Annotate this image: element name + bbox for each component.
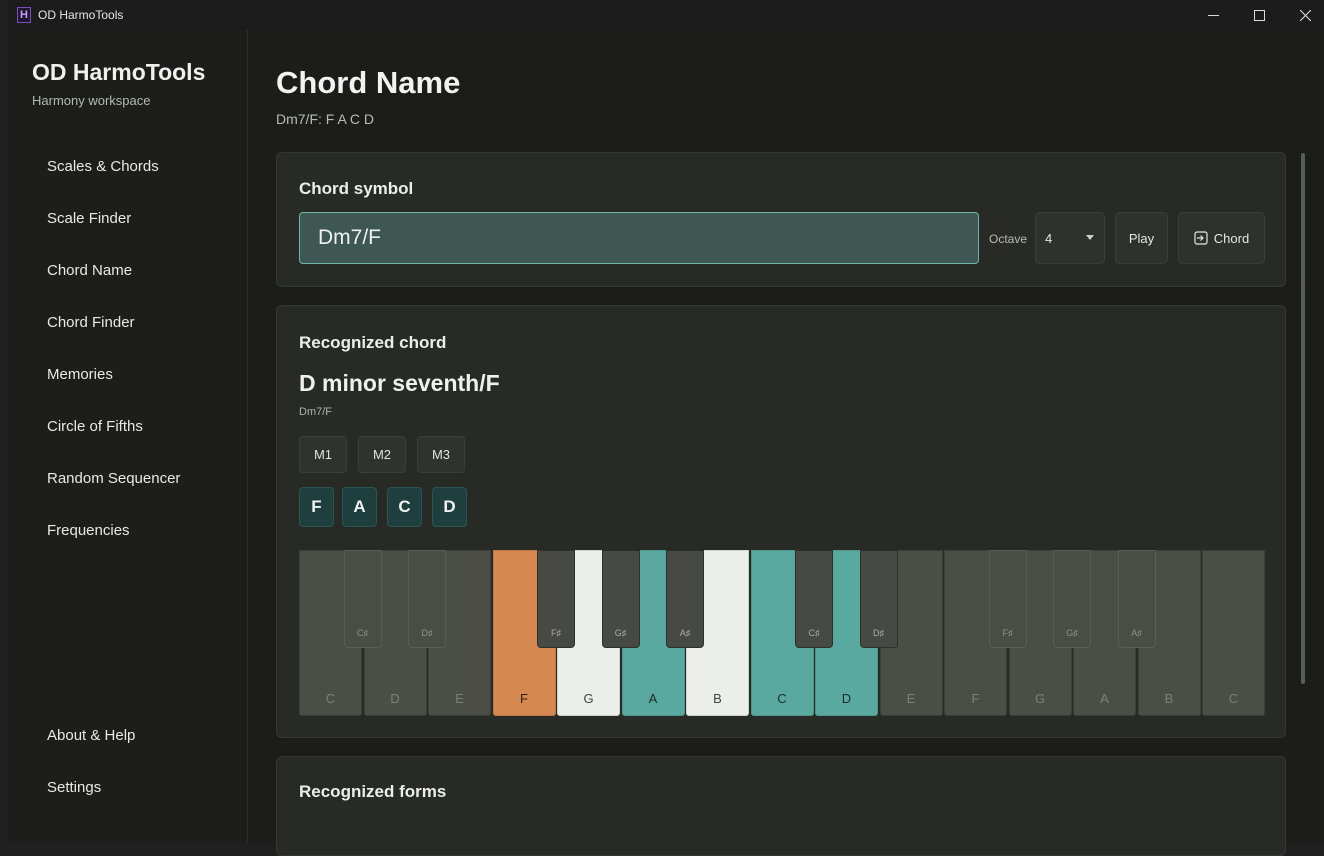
- piano-key-label: A♯: [679, 628, 691, 638]
- sidebar-item-settings[interactable]: Settings: [47, 779, 101, 796]
- title-bar: H OD HarmoTools: [8, 0, 1324, 30]
- note-chip: F: [299, 487, 334, 527]
- piano-black-key[interactable]: G♯: [1053, 550, 1091, 648]
- piano-black-key[interactable]: F♯: [537, 550, 575, 648]
- piano-black-key[interactable]: C♯: [795, 550, 833, 648]
- main-content: Chord Name Dm7/F: F A C D Chord symbol O…: [248, 30, 1324, 856]
- piano-key-label: A: [648, 691, 658, 706]
- maximize-icon: [1253, 9, 1265, 21]
- scrollbar[interactable]: [1301, 153, 1305, 684]
- piano-key-label: C: [777, 691, 787, 706]
- close-button[interactable]: [1282, 0, 1324, 30]
- chord-button-label: Chord: [1213, 230, 1250, 246]
- chord-button[interactable]: Chord: [1178, 212, 1265, 264]
- piano-keyboard: C D E F G A B C D E F G A B C C♯ D♯ F♯ G♯ A♯ C♯ D♯ F♯ G♯ A♯: [299, 550, 1266, 716]
- chord-symbol-input[interactable]: [299, 212, 979, 264]
- sidebar-item-circle-of-fifths[interactable]: Circle of Fifths: [47, 418, 143, 435]
- piano-black-key[interactable]: A♯: [1117, 550, 1156, 648]
- chevron-down-icon: [1086, 235, 1094, 240]
- piano-key-label: G♯: [614, 628, 627, 638]
- piano-key-label: D: [841, 691, 852, 706]
- piano-key-label: D♯: [421, 628, 433, 638]
- piano-key-label: G♯: [1066, 628, 1078, 638]
- minimize-icon: [1207, 14, 1219, 16]
- close-icon: [1299, 9, 1311, 21]
- recognized-forms-card: Recognized forms: [276, 756, 1286, 856]
- piano-black-key[interactable]: F♯: [988, 550, 1027, 648]
- sidebar-item-memories[interactable]: Memories: [47, 366, 113, 383]
- piano-key-label: C: [1228, 691, 1239, 706]
- chord-symbol-card: Chord symbol Octave 4 Play Chord: [276, 152, 1286, 287]
- sidebar-item-chord-name[interactable]: Chord Name: [47, 262, 132, 279]
- sidebar: OD HarmoTools Harmony workspace Scales &…: [8, 30, 248, 842]
- piano-key-label: C: [325, 691, 336, 706]
- note-chip: A: [342, 487, 377, 527]
- piano-key-label: D♯: [873, 628, 884, 638]
- page-subtitle: Dm7/F: F A C D: [276, 111, 375, 127]
- sidebar-subtitle: Harmony workspace: [32, 93, 151, 108]
- window-title: OD HarmoTools: [38, 8, 124, 22]
- piano-key-label: C♯: [808, 628, 820, 638]
- page-title: Chord Name: [276, 65, 461, 100]
- octave-label: Octave: [989, 232, 1028, 246]
- app-window: H OD HarmoTools OD HarmoTools Harmony wo…: [8, 0, 1324, 856]
- sidebar-item-about-help[interactable]: About & Help: [47, 727, 135, 744]
- card-title: Recognized chord: [299, 333, 447, 352]
- sidebar-brand: OD HarmoTools: [32, 59, 206, 85]
- piano-key-label: A: [1100, 691, 1109, 706]
- sidebar-item-scale-finder[interactable]: Scale Finder: [47, 210, 131, 227]
- piano-key-label: D: [390, 691, 400, 706]
- recognized-chord-symbol: Dm7/F: [299, 406, 332, 418]
- octave-value: 4: [1045, 230, 1053, 246]
- piano-key-label: F♯: [1002, 628, 1013, 638]
- card-title: Chord symbol: [299, 179, 414, 198]
- piano-key-label: C♯: [357, 628, 368, 638]
- piano-black-key[interactable]: D♯: [859, 550, 898, 648]
- piano-key-label: E: [906, 691, 916, 706]
- note-chip: D: [432, 487, 467, 527]
- piano-key-label: F♯: [551, 628, 561, 638]
- piano-key-label: F: [520, 691, 528, 706]
- piano-black-key[interactable]: D♯: [408, 550, 446, 648]
- piano-key-label: B: [1164, 691, 1174, 706]
- recognized-chord-card: Recognized chord D minor seventh/F Dm7/F…: [276, 305, 1286, 738]
- piano-key-label: G: [583, 691, 594, 706]
- card-title: Recognized forms: [299, 782, 447, 801]
- piano-key-label: F: [971, 691, 980, 706]
- recognized-chord-name: D minor seventh/F: [299, 370, 500, 396]
- piano-black-key[interactable]: C♯: [343, 550, 382, 648]
- sidebar-item-frequencies[interactable]: Frequencies: [47, 522, 130, 539]
- note-chip: C: [387, 487, 422, 527]
- play-button[interactable]: Play: [1115, 212, 1168, 264]
- piano-key-label: A♯: [1131, 628, 1142, 638]
- sidebar-item-chord-finder[interactable]: Chord Finder: [47, 314, 135, 331]
- piano-black-key[interactable]: G♯: [601, 550, 640, 648]
- piano-key-label: B: [713, 691, 722, 706]
- memory-button-m2[interactable]: M2: [358, 436, 406, 473]
- sidebar-item-scales-chords[interactable]: Scales & Chords: [47, 158, 159, 175]
- piano-black-key[interactable]: A♯: [666, 550, 704, 648]
- piano-key-label: E: [455, 691, 464, 706]
- app-logo-icon: H: [17, 7, 31, 23]
- minimize-button[interactable]: [1190, 0, 1236, 30]
- sidebar-item-random-sequencer[interactable]: Random Sequencer: [47, 470, 180, 487]
- octave-select[interactable]: 4: [1035, 212, 1105, 264]
- maximize-button[interactable]: [1236, 0, 1282, 30]
- piano-white-key[interactable]: C: [1202, 550, 1265, 716]
- arrow-into-box-icon: [1194, 231, 1208, 245]
- memory-button-m3[interactable]: M3: [417, 436, 465, 473]
- memory-button-m1[interactable]: M1: [299, 436, 347, 473]
- piano-key-label: G: [1034, 691, 1046, 706]
